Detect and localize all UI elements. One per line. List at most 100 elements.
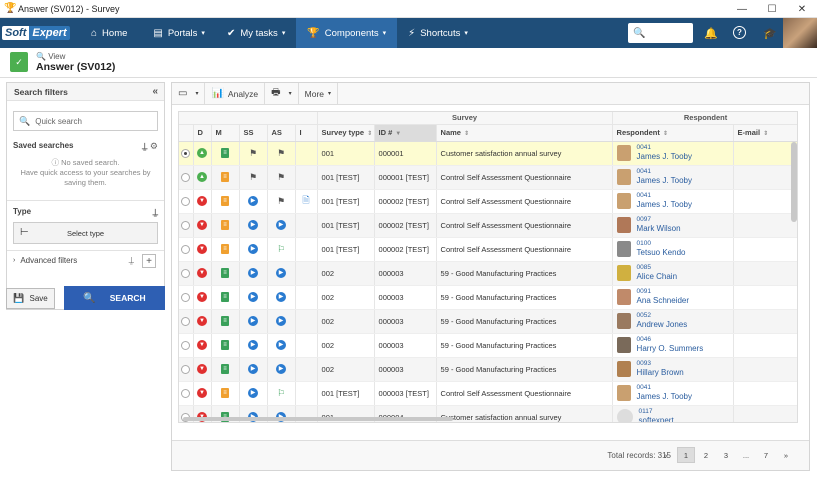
col-header-name[interactable]: Name ⇕	[436, 124, 613, 142]
table-row[interactable]: ▼ ≡ ▶ ▶ 002 000003 59 - Good Manufacturi…	[179, 333, 797, 358]
respondent-name[interactable]: Andrew Jones	[637, 320, 688, 330]
table-row[interactable]: ▼ ≡ ▶ ⚑ 🗎 001 [TEST] 000002 [TEST] Contr…	[179, 189, 797, 214]
more-button[interactable]: More ▾	[299, 82, 339, 105]
play-status-icon: ▶	[276, 292, 286, 302]
table-row[interactable]: ▼ ≡ ▶ ▶ 001 [TEST] 000002 [TEST] Control…	[179, 213, 797, 238]
respondent-name[interactable]: Harry O. Summers	[637, 344, 704, 354]
col-header-as[interactable]: AS	[267, 124, 296, 142]
softexpert-logo[interactable]: Soft Expert	[0, 18, 80, 48]
row-select[interactable]	[179, 237, 194, 262]
row-select[interactable]	[179, 261, 194, 286]
row-radio[interactable]	[181, 148, 191, 158]
table-row[interactable]: ▲ ≡ ⚑ ⚑ 001 000001 Customer satisfaction…	[179, 141, 797, 166]
clipboard-icon: ≡	[221, 340, 229, 350]
row-select[interactable]	[179, 357, 194, 382]
table-row[interactable]: ▲ ≡ ⚑ ⚑ 001 [TEST] 000001 [TEST] Control…	[179, 165, 797, 190]
row-select[interactable]	[179, 189, 194, 214]
minimize-button[interactable]: —	[727, 0, 757, 18]
select-type-button[interactable]: ⊢ Select type	[13, 222, 158, 244]
caret-down-icon: ▾	[328, 91, 332, 97]
search-button[interactable]: 🔍 SEARCH	[64, 286, 165, 310]
cell-i	[295, 141, 318, 166]
respondent-name[interactable]: James J. Tooby	[637, 392, 692, 402]
row-radio[interactable]	[181, 364, 191, 374]
nav-item-shortcuts[interactable]: ⚡ Shortcuts ▾	[397, 18, 479, 48]
col-header-d[interactable]: D	[193, 124, 212, 142]
row-radio[interactable]	[181, 388, 191, 398]
col-header-survey-type[interactable]: Survey type ⇕	[317, 124, 375, 142]
row-radio[interactable]	[181, 292, 191, 302]
row-radio[interactable]	[181, 244, 191, 254]
col-header-m[interactable]: M	[211, 124, 240, 142]
respondent-name[interactable]: Mark Wilson	[637, 224, 681, 234]
view-mode-button[interactable]: ▭ ▾	[172, 82, 206, 105]
page-button[interactable]: 7	[757, 447, 775, 463]
table-row[interactable]: ▼ ≡ ▶ ▶ 002 000003 59 - Good Manufacturi…	[179, 261, 797, 286]
table-row[interactable]: ▼ ≡ ▶ ▶ 002 000003 59 - Good Manufacturi…	[179, 357, 797, 382]
respondent-name[interactable]: Hillary Brown	[637, 368, 684, 378]
nav-search-input[interactable]: 🔍	[628, 23, 693, 43]
page-button[interactable]: 3	[717, 447, 735, 463]
nav-item-home[interactable]: ⌂ Home	[80, 18, 142, 48]
table-row[interactable]: ▼ ≡ ▶ ▶ 002 000003 59 - Good Manufacturi…	[179, 285, 797, 310]
pin-icon[interactable]: ⍊	[142, 141, 147, 151]
cell-ss: ⚑	[239, 165, 268, 190]
table-row[interactable]: ▼ ≡ ▶ ⚐ 001 [TEST] 000003 [TEST] Control…	[179, 381, 797, 406]
respondent-name[interactable]: Tetsuo Kendo	[637, 248, 686, 258]
col-header-ss[interactable]: SS	[239, 124, 268, 142]
page-button[interactable]: ...	[737, 447, 755, 463]
respondent-name[interactable]: James J. Tooby	[637, 200, 692, 210]
vertical-scrollbar[interactable]	[791, 142, 797, 222]
nav-item-portals[interactable]: ▤ Portals ▾	[142, 18, 216, 48]
add-filter-button[interactable]: +	[142, 254, 156, 268]
quick-search-input[interactable]: 🔍 Quick search	[13, 111, 158, 131]
row-radio[interactable]	[181, 340, 191, 350]
collapse-icon[interactable]: «	[152, 86, 158, 97]
respondent-name[interactable]: James J. Tooby	[637, 152, 692, 162]
respondent-name[interactable]: James J. Tooby	[637, 176, 692, 186]
row-select[interactable]	[179, 141, 194, 166]
help-icon[interactable]: ?	[733, 26, 746, 39]
row-radio[interactable]	[181, 196, 191, 206]
graduation-cap-icon[interactable]: 🎓	[762, 25, 778, 41]
row-radio[interactable]	[181, 316, 191, 326]
row-select[interactable]	[179, 381, 194, 406]
next-page-button[interactable]: »	[777, 447, 795, 463]
table-row[interactable]: ▼ ≡ ▶ ▶ 002 000003 59 - Good Manufacturi…	[179, 309, 797, 334]
maximize-button[interactable]: ☐	[757, 0, 787, 18]
nav-item-my-tasks[interactable]: ✔ My tasks ▾	[216, 18, 296, 48]
col-header-respondent[interactable]: Respondent ⇕	[612, 124, 734, 142]
bell-icon[interactable]: 🔔	[703, 25, 719, 41]
save-search-button[interactable]: 💾 Save	[6, 288, 55, 309]
row-select[interactable]	[179, 309, 194, 334]
row-radio[interactable]	[181, 220, 191, 230]
horizontal-scrollbar[interactable]	[183, 417, 453, 421]
row-select[interactable]	[179, 165, 194, 190]
row-radio[interactable]	[181, 172, 191, 182]
row-select[interactable]	[179, 285, 194, 310]
respondent-name[interactable]: Ana Schneider	[637, 296, 689, 306]
page-button[interactable]: 2	[697, 447, 715, 463]
print-button[interactable]: 🖶 ▾	[265, 82, 299, 105]
nav-item-components[interactable]: 🏆 Components ▾	[296, 18, 398, 48]
pin-icon[interactable]: ⍊	[153, 207, 158, 218]
table-row[interactable]: ▼ ≡ ▶ ⚐ 001 [TEST] 000002 [TEST] Control…	[179, 237, 797, 262]
row-select[interactable]	[179, 333, 194, 358]
respondent-name[interactable]: Alice Chain	[637, 272, 677, 282]
pin-icon[interactable]: ⍊	[129, 255, 134, 266]
row-radio[interactable]	[181, 268, 191, 278]
first-page-button[interactable]: «	[657, 447, 675, 463]
user-avatar[interactable]	[783, 18, 817, 48]
search-icon: 🔍	[83, 292, 96, 304]
col-header-email[interactable]: E-mail ⇕	[733, 124, 797, 142]
col-header-id[interactable]: ID # ▼	[374, 124, 437, 142]
close-button[interactable]: ✕	[787, 0, 817, 18]
advanced-filters-row[interactable]: › Advanced filters ⍊ +	[7, 250, 164, 270]
analyze-button[interactable]: 📊 Analyze	[205, 82, 266, 105]
gear-icon[interactable]: ⚙	[150, 141, 158, 151]
page-button[interactable]: 1	[677, 447, 695, 463]
cell-email	[733, 237, 797, 262]
respondent-name[interactable]: softexpert	[639, 416, 674, 422]
col-header-i[interactable]: I	[295, 124, 318, 142]
row-select[interactable]	[179, 213, 194, 238]
